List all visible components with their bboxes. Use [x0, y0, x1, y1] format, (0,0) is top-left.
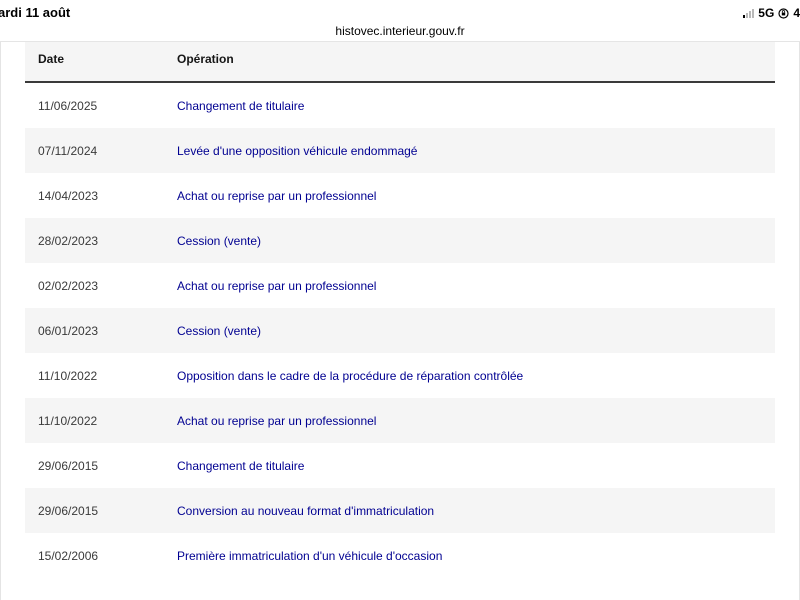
table-body: 11/06/2025 Changement de titulaire 07/11/2…	[25, 83, 775, 578]
table-row: 29/06/2015 Changement de titulaire	[25, 443, 775, 488]
row-operation-link[interactable]: Levée d'une opposition véhicule endommag…	[177, 144, 417, 158]
row-date: 28/02/2023	[38, 234, 99, 248]
row-date: 11/10/2022	[38, 414, 98, 428]
table-row: 02/02/2023 Achat ou reprise par un profes…	[25, 263, 775, 308]
url-text[interactable]: histovec.interieur.gouv.fr	[335, 24, 464, 38]
table-row: 15/02/2006 Première immatriculation d'un …	[25, 533, 775, 578]
status-indicators: 5G 4	[743, 5, 800, 21]
row-operation-link[interactable]: Cession (vente)	[177, 324, 261, 338]
orientation-lock-icon	[778, 7, 789, 19]
cellular-signal-icon	[743, 8, 755, 18]
row-date: 07/11/2024	[38, 144, 98, 158]
row-operation-link[interactable]: Cession (vente)	[177, 234, 261, 248]
column-header-operation: Opération	[177, 52, 234, 66]
row-operation-link[interactable]: Opposition dans le cadre de la procédure…	[177, 369, 523, 383]
table-row: 28/02/2023 Cession (vente)	[25, 218, 775, 263]
row-date: 14/04/2023	[38, 189, 99, 203]
table-row: 07/11/2024 Levée d'une opposition véhicul…	[25, 128, 775, 173]
table-row: 11/10/2022 Achat ou reprise par un profes…	[25, 398, 775, 443]
address-bar[interactable]: histovec.interieur.gouv.fr	[0, 22, 800, 42]
table-row: 06/01/2023 Cession (vente)	[25, 308, 775, 353]
row-operation-link[interactable]: Première immatriculation d'un véhicule d…	[177, 549, 442, 563]
row-date: 29/06/2015	[38, 459, 99, 473]
row-operation-link[interactable]: Changement de titulaire	[177, 459, 304, 473]
table-row: 14/04/2023 Achat ou reprise par un profes…	[25, 173, 775, 218]
row-date: 11/10/2022	[38, 369, 98, 383]
battery-level: 4	[793, 6, 800, 20]
table-row: 11/06/2025 Changement de titulaire	[25, 83, 775, 128]
row-operation-link[interactable]: Achat ou reprise par un professionnel	[177, 414, 376, 428]
table-row: 29/06/2015 Conversion au nouveau format d…	[25, 488, 775, 533]
column-header-date: Date	[38, 52, 65, 66]
row-operation-link[interactable]: Achat ou reprise par un professionnel	[177, 279, 376, 293]
table-header: Date Opération	[25, 42, 775, 83]
row-operation-link[interactable]: Changement de titulaire	[177, 99, 304, 113]
network-type: 5G	[758, 6, 775, 20]
row-operation-link[interactable]: Achat ou reprise par un professionnel	[177, 189, 376, 203]
row-date: 02/02/2023	[38, 279, 99, 293]
status-time: ardi 11 août	[0, 5, 71, 20]
row-date: 06/01/2023	[38, 324, 99, 338]
history-table: Date Opération 11/06/2025 Changement de t…	[25, 42, 775, 578]
row-date: 29/06/2015	[38, 504, 99, 518]
row-operation-link[interactable]: Conversion au nouveau format d'immatricu…	[177, 504, 434, 518]
row-date: 11/06/2025	[38, 99, 98, 113]
table-row: 11/10/2022 Opposition dans le cadre de la…	[25, 353, 775, 398]
row-date: 15/02/2006	[38, 549, 99, 563]
